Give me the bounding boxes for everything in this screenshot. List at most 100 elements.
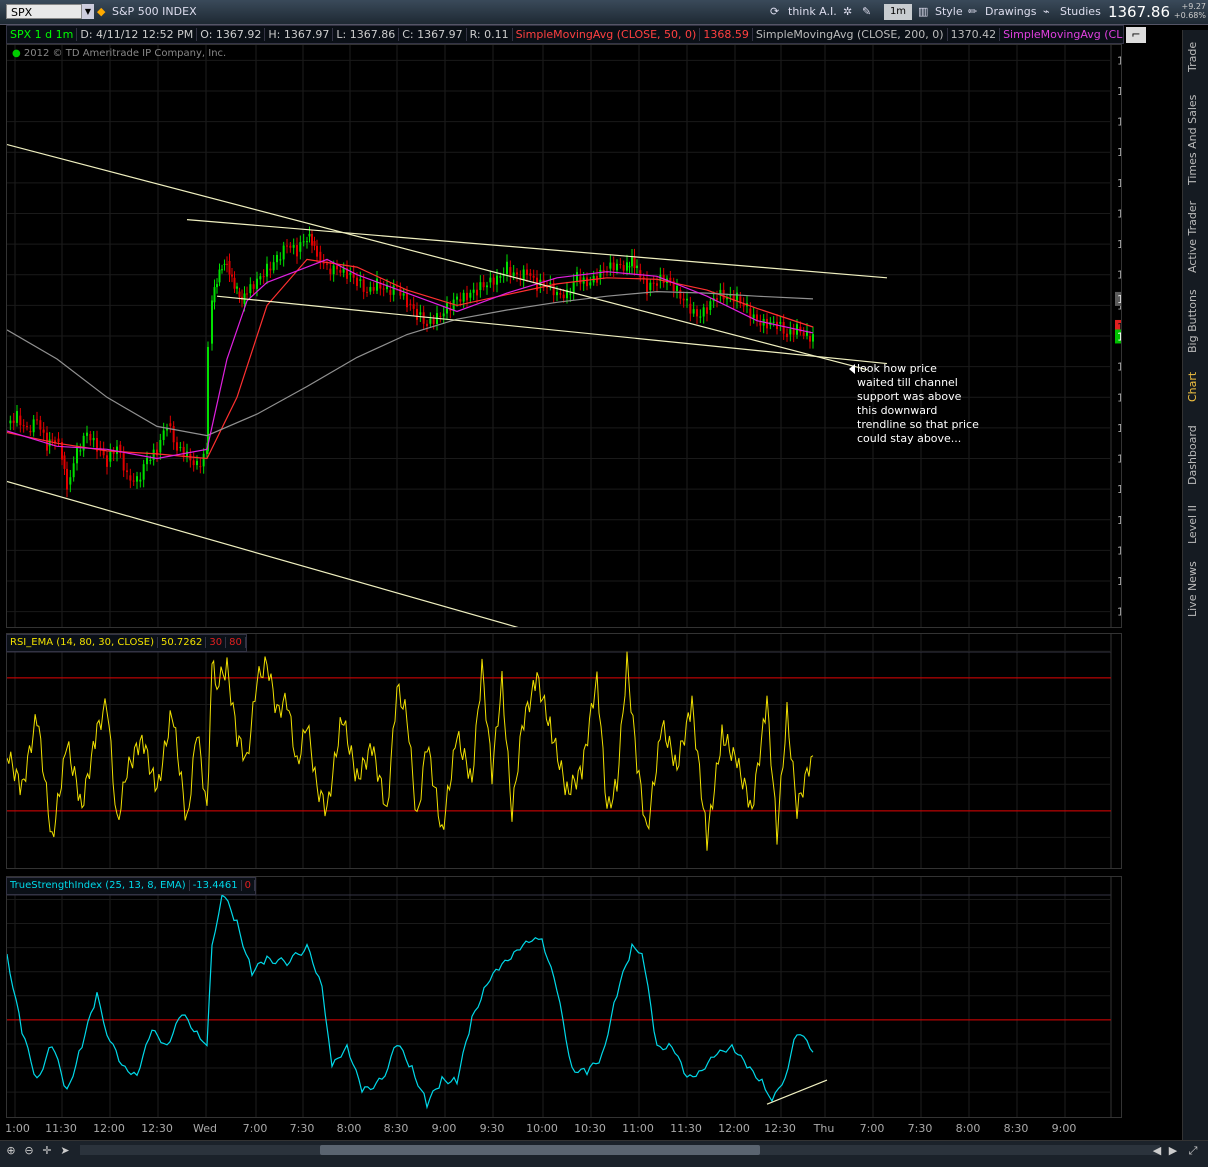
bar-low: L: 1367.86 — [333, 28, 400, 41]
candle-body — [736, 292, 738, 302]
candle-body — [412, 304, 415, 309]
sidebar-tab-active-trader[interactable]: Active Trader — [1186, 196, 1206, 278]
time-tick-label: 8:30 — [1004, 1122, 1029, 1135]
candle-body — [356, 277, 358, 286]
zoom-out-icon[interactable]: ⊖ — [22, 1144, 36, 1158]
drawings-button[interactable]: Drawings — [985, 4, 1036, 20]
candle-body — [779, 321, 782, 324]
sidebar-tab-live-news[interactable]: Live News — [1186, 558, 1206, 620]
candle-body — [211, 300, 213, 344]
style-button[interactable]: Style — [935, 4, 963, 20]
drawings-icon[interactable]: ✏ — [968, 4, 977, 20]
sidebar-tab-chart[interactable]: Chart — [1186, 364, 1206, 410]
scroll-left-icon[interactable]: ◀ — [1150, 1144, 1164, 1158]
price-tick-label: 1356 — [1117, 514, 1121, 527]
candle-body — [218, 269, 221, 283]
candle-body — [266, 263, 268, 277]
sidebar-tab-dashboard[interactable]: Dashboard — [1186, 420, 1206, 490]
candle-body — [562, 294, 565, 299]
candle-body — [233, 277, 236, 289]
rsi-study-name[interactable]: RSI_EMA (14, 80, 30, CLOSE) — [7, 637, 158, 648]
bar-high: H: 1367.97 — [265, 28, 334, 41]
candle-body — [576, 272, 578, 282]
candle-body — [469, 292, 472, 298]
chart-settings-icon[interactable]: ⌐ — [1126, 27, 1146, 43]
time-tick-label: 7:30 — [908, 1122, 933, 1135]
think-ai-icon[interactable]: ⟳ — [770, 4, 779, 20]
candle-body — [812, 334, 814, 342]
candle-body — [709, 301, 712, 310]
candle-body — [759, 322, 762, 326]
scrollbar-thumb[interactable] — [320, 1145, 760, 1155]
style-icon[interactable]: ▥ — [918, 4, 928, 20]
candle-body — [492, 277, 495, 285]
candle-body — [311, 233, 313, 246]
think-ai-button[interactable]: think A.I. — [788, 4, 837, 20]
gear-icon[interactable]: ✲ — [843, 4, 852, 20]
rsi-label-bar: RSI_EMA (14, 80, 30, CLOSE) 50.7262 30 80 — [6, 634, 247, 652]
sma200-label[interactable]: SimpleMovingAvg (CLOSE, 200, 0) — [752, 28, 948, 41]
time-tick-label: 12:30 — [141, 1122, 173, 1135]
zoom-in-icon[interactable]: ⊕ — [4, 1144, 18, 1158]
sidebar-tab-big-buttons[interactable]: Big Buttons — [1186, 286, 1206, 356]
candle-body — [572, 281, 575, 294]
sidebar-tab-trade[interactable]: Trade — [1186, 32, 1206, 82]
ticker-label[interactable]: SPX 1 d 1m — [7, 28, 78, 41]
time-tick-label: 9:30 — [480, 1122, 505, 1135]
price-tick-label: 1382 — [1117, 116, 1121, 129]
pointer-icon[interactable]: ➤ — [58, 1144, 72, 1158]
candle-body — [306, 241, 308, 243]
tsi-chart-svg[interactable]: -30-20-1010203040500-13.446 — [6, 877, 1175, 1117]
candle-body — [286, 245, 288, 247]
candle-body — [612, 262, 615, 271]
price-chart-svg[interactable]: 1350135213541356135813601362136413661368… — [6, 45, 1167, 631]
candle-body — [236, 286, 238, 289]
candle-body — [12, 420, 15, 423]
sma3-label[interactable]: SimpleMovingAvg (CL... — [1000, 28, 1123, 41]
candle-body — [372, 287, 375, 291]
star-icon[interactable]: ◆ — [97, 4, 105, 20]
candle-body — [479, 282, 482, 291]
candle-body — [26, 426, 28, 428]
price-tick-label: 1386 — [1117, 54, 1121, 67]
symbol-input[interactable]: SPX — [6, 4, 82, 19]
candle-body — [66, 468, 68, 490]
candle-body — [246, 293, 248, 295]
time-tick-label: 12:00 — [718, 1122, 750, 1135]
candle-body — [299, 242, 302, 252]
time-tick-label: 11:00 — [6, 1122, 30, 1135]
chevron-down-icon[interactable]: ▼ — [82, 4, 94, 19]
tsi-study-name[interactable]: TrueStrengthIndex (25, 13, 8, EMA) — [7, 880, 190, 891]
annotation-note[interactable]: look how price waited till channel suppo… — [857, 362, 979, 446]
rsi-chart-svg[interactable]: 2030405060708090803050.726 — [6, 634, 1169, 868]
last-price: 1367.86 — [1107, 3, 1170, 21]
candle-body — [196, 460, 198, 466]
candle-body — [689, 303, 692, 314]
candle-body — [231, 274, 233, 277]
time-tick-label: Thu — [813, 1122, 835, 1135]
candle-body — [109, 450, 112, 462]
candle-body — [249, 284, 252, 294]
crosshair-icon[interactable]: ✛ — [40, 1144, 54, 1158]
candle-body — [159, 439, 162, 453]
sidebar-tab-times-and-sales[interactable]: Times And Sales — [1186, 92, 1206, 188]
candle-body — [626, 262, 628, 271]
price-tick-label: 1374 — [1117, 238, 1121, 251]
candle-body — [226, 263, 228, 265]
time-scrollbar[interactable] — [80, 1145, 1160, 1155]
candle-body — [126, 470, 128, 473]
studies-button[interactable]: Studies — [1060, 4, 1101, 20]
price-tick-label: 1372 — [1117, 269, 1121, 282]
sma50-line — [6, 258, 814, 460]
expand-icon[interactable]: ⤢ — [1186, 1144, 1200, 1158]
scroll-right-icon[interactable]: ▶ — [1166, 1144, 1180, 1158]
wrench-icon[interactable]: ✎ — [862, 4, 871, 20]
candle-body — [116, 446, 118, 454]
price-tick-label: 1380 — [1117, 146, 1121, 159]
candle-body — [376, 278, 378, 291]
interval-button[interactable]: 1m — [884, 4, 912, 20]
sma50-label[interactable]: SimpleMovingAvg (CLOSE, 50, 0) — [512, 28, 701, 41]
candle-body — [416, 308, 418, 320]
sidebar-tab-level-ii[interactable]: Level II — [1186, 500, 1206, 548]
studies-icon[interactable]: ⌁ — [1043, 4, 1050, 20]
